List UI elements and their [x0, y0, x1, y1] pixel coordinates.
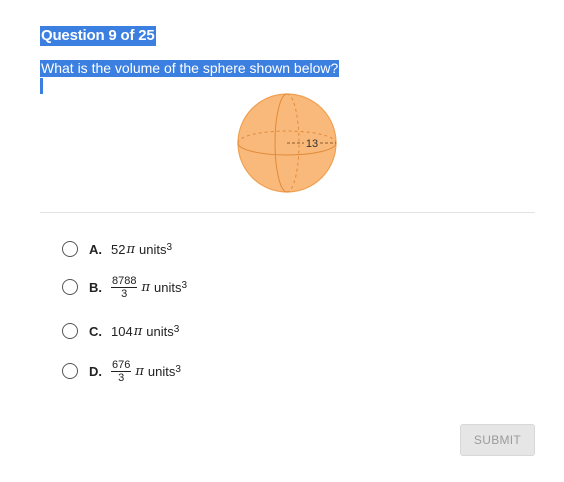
numerator: 676 [111, 358, 132, 372]
unit-text: units [146, 323, 174, 339]
option-c[interactable]: C. 104 π units 3 [62, 316, 179, 346]
coefficient: 104 [111, 323, 133, 339]
unit-text: units [154, 279, 182, 295]
unit-text: units [147, 363, 176, 379]
text-selection-caret [40, 78, 43, 94]
option-b[interactable]: B. 8788 3 π units 3 [62, 272, 187, 302]
fraction: 676 3 [111, 358, 132, 384]
radio-button-b[interactable] [62, 279, 78, 295]
denominator: 3 [118, 371, 125, 384]
submit-button[interactable]: SUBMIT [460, 424, 535, 456]
option-c-answer: 104 π units 3 [111, 324, 179, 339]
unit-text: units [139, 241, 167, 257]
numerator: 8788 [111, 274, 138, 288]
exponent: 3 [181, 279, 188, 291]
radio-button-a[interactable] [62, 241, 78, 257]
option-letter: B. [89, 279, 102, 295]
option-a[interactable]: A. 52 π units 3 [62, 234, 172, 264]
denominator: 3 [121, 287, 128, 300]
pi-symbol: π [135, 363, 144, 379]
option-d-answer: 676 3 π units 3 [111, 359, 181, 384]
option-letter: C. [89, 323, 102, 339]
question-prompt: What is the volume of the sphere shown b… [40, 60, 340, 77]
exponent: 3 [175, 363, 181, 375]
pi-symbol: π [126, 241, 136, 257]
sphere-figure: 13 [234, 92, 342, 196]
exponent: 3 [166, 241, 173, 253]
divider [40, 212, 535, 213]
pi-symbol: π [133, 323, 143, 339]
radio-button-c[interactable] [62, 323, 78, 339]
radius-label: 13 [306, 138, 318, 150]
option-letter: D. [89, 363, 102, 379]
option-b-answer: 8788 3 π units 3 [111, 275, 187, 300]
pi-symbol: π [141, 279, 151, 295]
option-d[interactable]: D. 676 3 π units 3 [62, 356, 181, 386]
option-a-answer: 52 π units 3 [111, 242, 172, 257]
option-letter: A. [89, 241, 102, 257]
radio-button-d[interactable] [62, 363, 78, 379]
coefficient: 52 [111, 241, 126, 257]
exponent: 3 [173, 323, 180, 335]
fraction: 8788 3 [111, 274, 138, 300]
question-number: Question 9 of 25 [40, 26, 156, 46]
